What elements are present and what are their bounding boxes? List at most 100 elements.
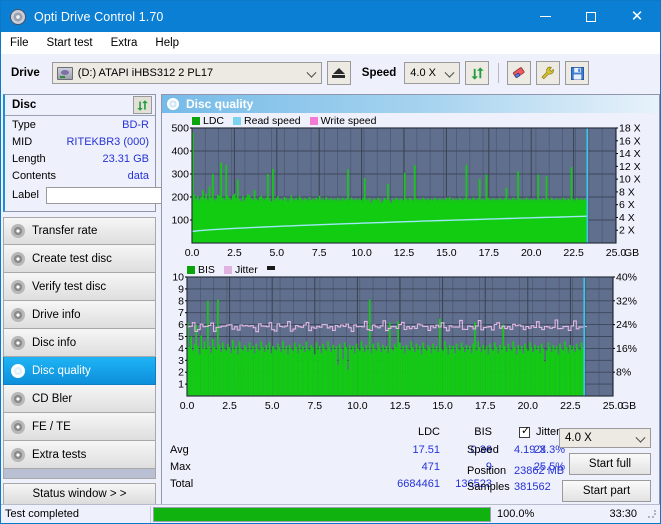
save-button[interactable] bbox=[565, 61, 590, 85]
disc-key-type: Type bbox=[12, 118, 36, 131]
disc-icon bbox=[11, 363, 25, 378]
svg-text:GB: GB bbox=[621, 400, 636, 412]
speed-label: Speed bbox=[361, 67, 397, 79]
svg-text:5.0: 5.0 bbox=[269, 247, 284, 259]
drive-select[interactable]: (D:) ATAPI iHBS312 2 PL17 bbox=[51, 62, 322, 84]
sidebar-item-verify-test-disc[interactable]: Verify test disc bbox=[3, 273, 156, 301]
disc-key-label: Label bbox=[12, 189, 39, 201]
svg-text:6 X: 6 X bbox=[619, 199, 635, 211]
menu-item-start-test[interactable]: Start test bbox=[47, 35, 102, 51]
stats-row-max-label: Max bbox=[170, 461, 191, 473]
ldc-legend: LDC Read speed Write speed bbox=[192, 115, 383, 127]
resize-grip[interactable] bbox=[647, 509, 657, 519]
minimize-button[interactable] bbox=[522, 1, 568, 32]
svg-text:1: 1 bbox=[178, 379, 184, 391]
menu-bar: File Start test Extra Help bbox=[1, 32, 660, 54]
legend-swatch-jitter bbox=[223, 266, 232, 274]
svg-text:0.0: 0.0 bbox=[185, 247, 200, 259]
close-icon: ✕ bbox=[630, 8, 644, 25]
sidebar-item-create-test-disc[interactable]: Create test disc bbox=[3, 245, 156, 273]
status-window-button[interactable]: Status window > > bbox=[3, 483, 156, 505]
maximize-icon bbox=[586, 11, 596, 22]
disc-refresh-button[interactable] bbox=[133, 96, 152, 114]
svg-text:5.0: 5.0 bbox=[265, 400, 280, 412]
maximize-button[interactable] bbox=[568, 1, 614, 32]
drive-select-value: (D:) ATAPI iHBS312 2 PL17 bbox=[77, 67, 214, 79]
sidebar-item-fe-te[interactable]: FE / TE bbox=[3, 413, 156, 441]
svg-text:3: 3 bbox=[178, 355, 184, 367]
window-title: Opti Drive Control 1.70 bbox=[34, 9, 164, 24]
drive-icon bbox=[56, 66, 73, 80]
disc-icon bbox=[11, 307, 25, 322]
app-disc-icon bbox=[10, 8, 26, 25]
svg-text:20.0: 20.0 bbox=[518, 400, 539, 412]
chart-header: Disc quality bbox=[162, 95, 659, 113]
speed-readout-value: 4.19 X bbox=[514, 444, 546, 456]
svg-text:9: 9 bbox=[178, 283, 184, 295]
stats-panel: LDC BIS Avg 17.51 0.36 Max 471 9 Total 6… bbox=[162, 425, 659, 505]
close-button[interactable]: ✕ bbox=[614, 1, 660, 32]
sidebar-item-label: FE / TE bbox=[32, 420, 71, 433]
chart-header-title: Disc quality bbox=[186, 97, 254, 111]
status-bar: Test completed 100.0% 33:30 bbox=[1, 504, 660, 523]
svg-text:8 X: 8 X bbox=[619, 186, 635, 198]
sidebar-item-disc-info[interactable]: Disc info bbox=[3, 329, 156, 357]
sidebar-item-disc-quality[interactable]: Disc quality bbox=[3, 357, 156, 385]
legend-swatch-write-speed bbox=[309, 117, 318, 125]
svg-text:7.5: 7.5 bbox=[312, 247, 327, 259]
sidebar-item-cd-bler[interactable]: CD Bler bbox=[3, 385, 156, 413]
svg-text:GB: GB bbox=[624, 247, 639, 259]
legend-swatch-marker bbox=[266, 265, 275, 270]
sidebar-item-drive-info[interactable]: Drive info bbox=[3, 301, 156, 329]
svg-text:12 X: 12 X bbox=[619, 161, 641, 173]
start-part-button[interactable]: Start part bbox=[562, 480, 651, 502]
stats-row-total-label: Total bbox=[170, 478, 194, 490]
disc-row-mid: MID RITEKBR3 (000) bbox=[5, 133, 155, 150]
samples-label: Samples bbox=[467, 481, 510, 493]
wrench-icon bbox=[541, 66, 555, 80]
svg-text:17.5: 17.5 bbox=[479, 247, 500, 259]
svg-text:8%: 8% bbox=[616, 367, 631, 379]
svg-text:10.0: 10.0 bbox=[347, 400, 368, 412]
jitter-checkbox[interactable]: ✓ bbox=[519, 426, 530, 438]
disc-icon bbox=[11, 251, 25, 266]
sidebar-item-label: Extra tests bbox=[32, 448, 87, 461]
progress-bar-fill bbox=[154, 507, 490, 521]
bis-plot: 12345678910 8% 16% 24% 32% 40% 0.0 2.5 5.0 7.5 10.… bbox=[162, 263, 659, 418]
sidebar-item-extra-tests[interactable]: Extra tests bbox=[3, 441, 156, 469]
position-label: Position bbox=[467, 465, 507, 477]
svg-text:14 X: 14 X bbox=[619, 148, 641, 160]
legend-swatch-bis bbox=[187, 266, 195, 274]
svg-text:12.5: 12.5 bbox=[394, 247, 415, 259]
tools-button[interactable] bbox=[536, 61, 561, 85]
chevron-down-icon bbox=[635, 432, 646, 443]
svg-text:32%: 32% bbox=[616, 295, 637, 307]
disc-value-contents: data bbox=[127, 169, 149, 182]
speed-select[interactable]: 4.0 X bbox=[404, 62, 461, 84]
sidebar-item-label: Disc info bbox=[32, 336, 77, 349]
svg-text:500: 500 bbox=[171, 123, 189, 135]
menu-item-extra[interactable]: Extra bbox=[111, 35, 147, 51]
progress-bar bbox=[153, 506, 491, 522]
erase-button[interactable] bbox=[507, 61, 532, 85]
disc-value-length: 23.31 GB bbox=[102, 152, 149, 165]
disc-key-mid: MID bbox=[12, 135, 33, 148]
test-speed-select[interactable]: 4.0 X bbox=[559, 428, 651, 448]
sidebar-spacer bbox=[3, 469, 156, 479]
sidebar-item-transfer-rate[interactable]: Transfer rate bbox=[3, 217, 156, 245]
chevron-down-icon bbox=[444, 67, 455, 78]
disc-key-length: Length bbox=[12, 152, 46, 165]
refresh-drive-button[interactable] bbox=[465, 61, 490, 85]
svg-text:17.5: 17.5 bbox=[475, 400, 496, 412]
svg-text:400: 400 bbox=[171, 146, 189, 158]
start-full-button[interactable]: Start full bbox=[569, 453, 651, 475]
eject-button[interactable] bbox=[326, 61, 351, 85]
menu-item-file[interactable]: File bbox=[10, 35, 38, 51]
sidebar-item-label: CD Bler bbox=[32, 392, 73, 405]
disc-icon bbox=[11, 279, 25, 294]
svg-text:0.0: 0.0 bbox=[180, 400, 195, 412]
svg-text:20.0: 20.0 bbox=[521, 247, 542, 259]
svg-text:22.5: 22.5 bbox=[560, 400, 581, 412]
menu-item-help[interactable]: Help bbox=[155, 35, 188, 51]
chevron-down-icon bbox=[306, 67, 317, 78]
